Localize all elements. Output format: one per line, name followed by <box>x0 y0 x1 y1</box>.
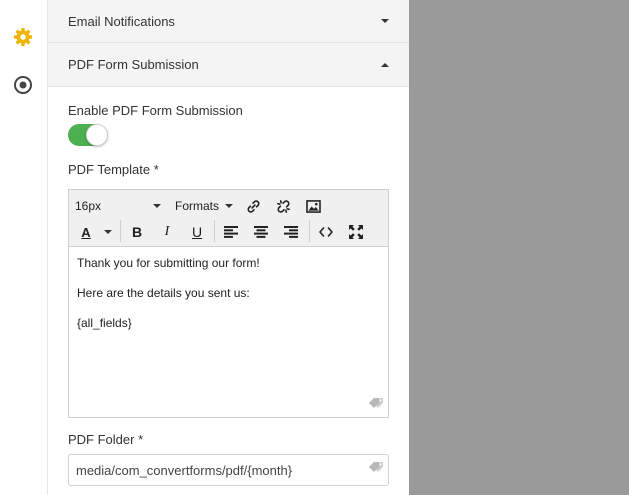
pdf-folder-label: PDF Folder * <box>68 432 144 447</box>
enable-pdf-label: Enable PDF Form Submission <box>68 103 243 118</box>
formats-label: Formats <box>175 199 220 213</box>
pdf-template-label: PDF Template * <box>68 162 159 177</box>
formats-menu[interactable]: Formats <box>175 195 233 217</box>
toolbar-divider <box>120 220 121 242</box>
pdf-folder-input[interactable]: media/com_convertforms/pdf/{month} <box>68 454 389 486</box>
accordion-label: Email Notifications <box>68 13 175 29</box>
editor-toolbar: 16px Formats A B I U <box>69 190 388 247</box>
font-size-select[interactable]: 16px <box>75 195 163 217</box>
fullscreen-icon[interactable] <box>346 221 366 243</box>
accordion-pdf-form-submission[interactable]: PDF Form Submission <box>48 43 409 87</box>
align-center-icon[interactable] <box>251 221 271 243</box>
text-color-glyph: A <box>81 224 91 240</box>
editor-paragraph: Here are the details you sent us: <box>77 286 250 300</box>
enable-pdf-toggle[interactable] <box>68 124 108 146</box>
chevron-down-icon <box>153 204 161 208</box>
chevron-down-icon <box>225 204 233 208</box>
target-icon[interactable] <box>12 74 34 96</box>
align-right-icon[interactable] <box>281 221 301 243</box>
toolbar-divider <box>309 220 310 242</box>
settings-panel: Email Notifications PDF Form Submission … <box>48 0 409 495</box>
chevron-down-icon <box>104 230 112 234</box>
unlink-icon[interactable] <box>273 195 293 217</box>
underline-icon[interactable]: U <box>187 221 207 243</box>
accordion-label: PDF Form Submission <box>68 57 199 72</box>
modal-backdrop[interactable] <box>409 0 629 495</box>
toggle-knob <box>86 124 108 146</box>
pdf-settings-body: Enable PDF Form Submission PDF Template … <box>48 103 409 177</box>
accordion-email-notifications[interactable]: Email Notifications <box>48 0 409 43</box>
editor-paragraph: Thank you for submitting our form! <box>77 256 260 270</box>
smart-tags-icon[interactable] <box>368 396 384 413</box>
chevron-down-icon <box>381 19 389 23</box>
italic-icon[interactable]: I <box>157 221 177 243</box>
gear-icon[interactable] <box>12 26 34 48</box>
text-color-dropdown[interactable] <box>102 221 114 243</box>
rich-text-editor: 16px Formats A B I U Thank you for submi… <box>68 189 389 418</box>
chevron-up-icon <box>381 62 389 67</box>
editor-paragraph: {all_fields} <box>77 316 132 330</box>
insert-link-icon[interactable] <box>243 195 263 217</box>
smart-tags-icon[interactable] <box>368 460 384 477</box>
text-color-icon[interactable]: A <box>77 221 95 243</box>
font-size-value: 16px <box>75 199 102 213</box>
left-rail <box>0 0 48 495</box>
pdf-folder-value: media/com_convertforms/pdf/{month} <box>76 462 293 478</box>
source-code-icon[interactable] <box>316 221 336 243</box>
editor-content[interactable]: Thank you for submitting our form! Here … <box>69 247 388 353</box>
insert-image-icon[interactable] <box>303 195 323 217</box>
align-left-icon[interactable] <box>221 221 241 243</box>
bold-icon[interactable]: B <box>127 221 147 243</box>
toolbar-divider <box>214 220 215 242</box>
